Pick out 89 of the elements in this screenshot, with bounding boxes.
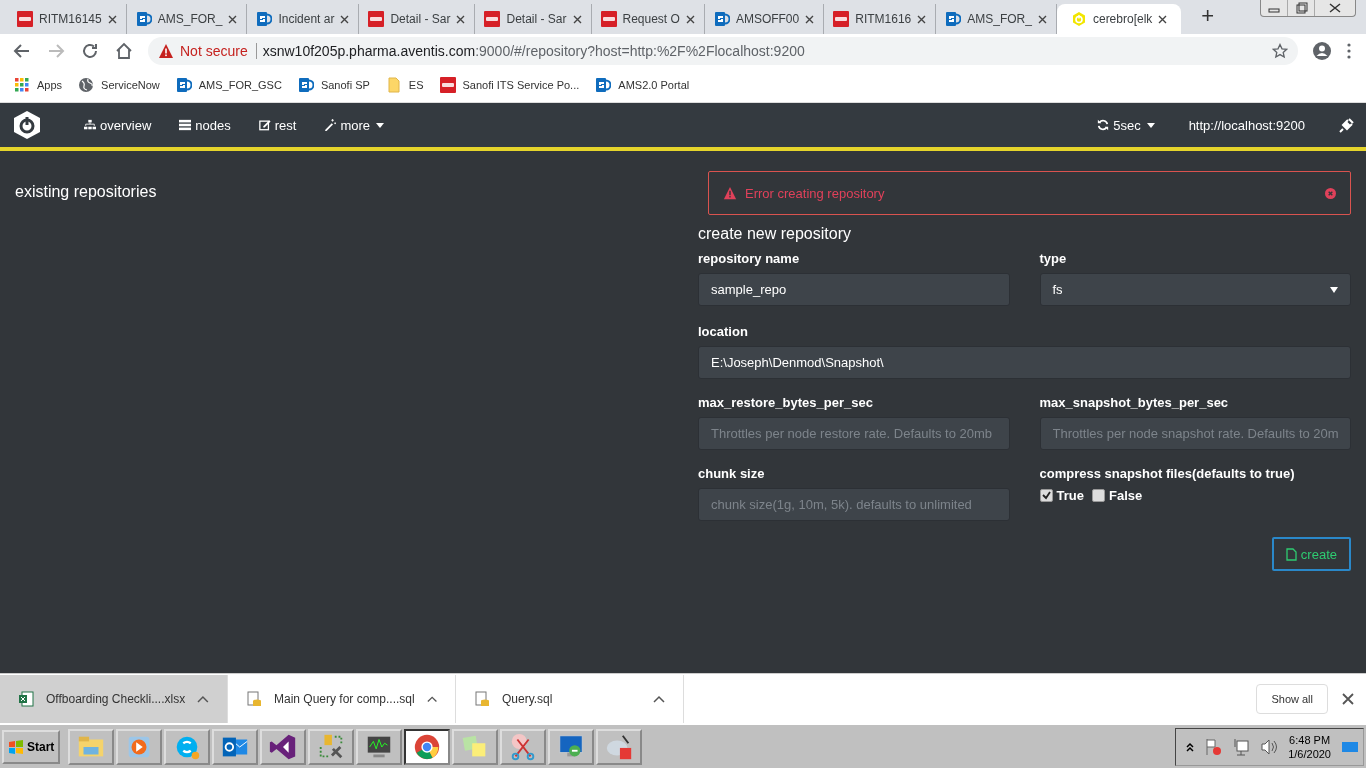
restore-rate-field[interactable]: Throttles per node restore rate. Defaults to 20mb [698, 417, 1010, 450]
back-arrow-icon[interactable] [13, 42, 31, 60]
database-file-icon [474, 691, 490, 707]
clock-date: 1/6/2020 [1288, 747, 1331, 760]
hexagon-logo-icon[interactable] [12, 110, 42, 140]
warning-icon [723, 186, 737, 200]
section-heading: existing repositories [15, 183, 158, 201]
windows-logo-icon [8, 738, 24, 755]
close-icon[interactable] [456, 14, 466, 24]
address-bar[interactable]: Not secure xsnw10f205p.pharma.aventis.com:9000/#/repository?host=http:%2F%2Flocalhost:9200 [148, 37, 1298, 65]
close-icon[interactable] [572, 14, 582, 24]
refresh-icon [1097, 119, 1110, 131]
close-icon[interactable] [685, 14, 695, 24]
account-icon[interactable] [1312, 41, 1332, 61]
network-icon[interactable] [1232, 737, 1251, 756]
home-icon[interactable] [115, 42, 133, 60]
error-message: Error creating repository [745, 185, 886, 201]
edit-icon [258, 119, 271, 131]
bookmark-link[interactable]: Apps [37, 79, 63, 91]
show-all-button[interactable]: Show all [1256, 684, 1328, 714]
bookmark-link[interactable]: Sanofi ITS Service Po... [462, 79, 580, 91]
close-icon[interactable] [228, 14, 238, 24]
globe-icon [78, 77, 95, 93]
taskbar-button[interactable] [404, 728, 451, 765]
type-select[interactable]: fs [1039, 273, 1351, 306]
field-label: compress snapshot files(defaults to true) [1039, 466, 1296, 481]
close-icon[interactable] [805, 14, 815, 24]
snapshot-rate-field[interactable]: Throttles per node snapshot rate. Defaults to 20m [1039, 417, 1351, 450]
clock-time: 6:48 PM [1289, 733, 1331, 746]
bookmark-link[interactable]: ServiceNow [101, 79, 160, 91]
close-icon[interactable] [1342, 693, 1354, 705]
browser-tab[interactable]: cerebro[elk [1056, 4, 1182, 34]
field-label: location [698, 324, 749, 339]
caret-icon [1146, 122, 1155, 128]
bookmark-link[interactable]: ES [408, 79, 424, 91]
download-item[interactable]: Main Query for comp....sql [228, 675, 456, 723]
nav-link[interactable]: nodes [195, 117, 231, 133]
checkbox-label: False [1108, 488, 1143, 503]
section-heading: create new repository [698, 225, 852, 243]
new-tab-button[interactable]: + [1195, 2, 1221, 30]
checkbox[interactable] [1039, 489, 1053, 502]
close-icon[interactable] [1158, 14, 1168, 24]
download-item[interactable]: Offboarding Checkli....xlsx [0, 675, 228, 723]
bookmark-link[interactable]: AMS2.0 Portal [618, 79, 690, 91]
repository-name-field[interactable]: sample_repo [698, 273, 1010, 306]
nav-link[interactable]: rest [274, 117, 297, 133]
flag-icon[interactable] [1204, 737, 1223, 756]
field-label: repository name [698, 251, 801, 266]
chunk-size-field[interactable]: chunk size(1g, 10m, 5k). defaults to unlimited [698, 488, 1010, 521]
menu-icon[interactable] [1346, 43, 1352, 59]
start-button[interactable]: Start [2, 729, 61, 764]
star-icon[interactable] [1272, 43, 1288, 59]
host-link[interactable]: http://localhost:9200 [1188, 117, 1305, 133]
server-icon [179, 119, 192, 131]
chevron-up-icon[interactable] [1186, 741, 1195, 752]
create-button[interactable]: create [1271, 537, 1351, 571]
refresh-interval-dropdown[interactable]: 5sec [1113, 117, 1141, 133]
nav-link[interactable]: more [340, 117, 370, 133]
checkbox[interactable] [1091, 489, 1105, 502]
spreadsheet-file-icon [18, 691, 34, 707]
chevron-up-icon [426, 695, 437, 703]
field-label: max_snapshot_bytes_per_sec [1039, 395, 1230, 410]
field-label: max_restore_bytes_per_sec [698, 395, 874, 410]
nav-link[interactable]: overview [100, 117, 152, 133]
caret-icon [1330, 286, 1338, 293]
chevron-up-icon [197, 695, 209, 703]
location-field[interactable]: E:\Joseph\Denmod\Snapshot\ [698, 346, 1351, 379]
checkbox-label: True [1056, 488, 1084, 503]
speaker-icon[interactable] [1260, 737, 1279, 756]
field-label: chunk size [698, 466, 766, 481]
magic-wand-icon [324, 119, 337, 131]
chevron-up-icon [653, 695, 665, 703]
bookmark-link[interactable]: AMS_FOR_GSC [198, 79, 282, 91]
warning-icon [158, 43, 174, 59]
apps-grid-icon [14, 77, 30, 93]
bookmark-link[interactable]: Sanofi SP [320, 79, 370, 91]
file-icon [1285, 547, 1297, 561]
reload-icon[interactable] [81, 42, 99, 60]
plug-icon[interactable] [1339, 117, 1354, 133]
close-icon[interactable] [1037, 14, 1047, 24]
hexagon-logo-icon [1070, 11, 1087, 27]
sitemap-icon [84, 119, 96, 131]
database-file-icon [246, 691, 262, 707]
folder-icon [385, 77, 402, 93]
field-label: type [1039, 251, 1068, 266]
download-item[interactable]: Query.sql [456, 675, 684, 723]
close-icon[interactable] [917, 14, 927, 24]
close-icon[interactable] [340, 14, 350, 24]
close-icon[interactable] [107, 14, 117, 24]
